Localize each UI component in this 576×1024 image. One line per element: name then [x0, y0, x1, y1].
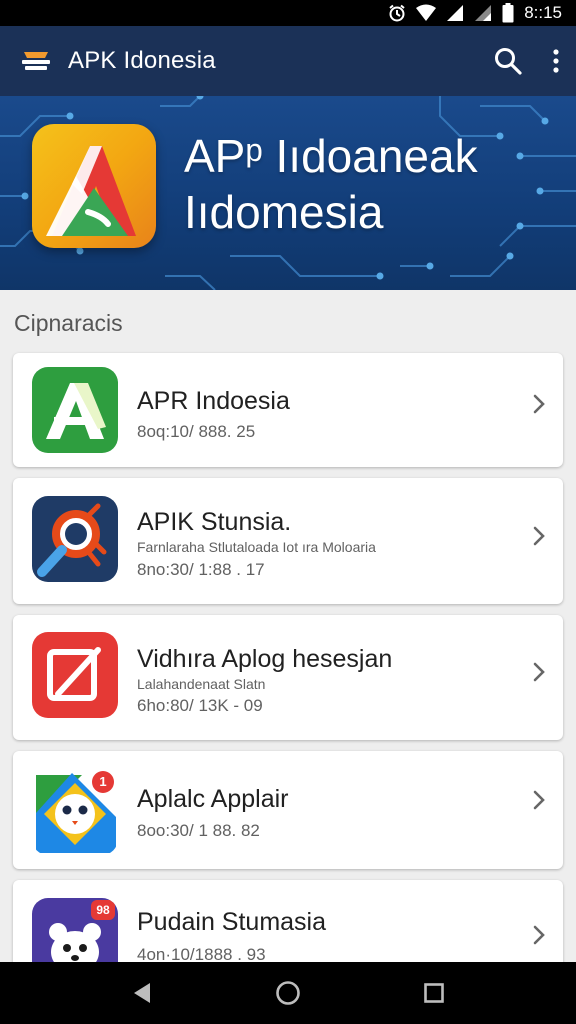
app-title: APR Indoesia	[137, 387, 290, 415]
edit-square-icon	[32, 632, 118, 718]
more-vert-icon[interactable]	[552, 48, 560, 74]
home-icon[interactable]	[275, 980, 301, 1006]
back-icon[interactable]	[131, 981, 153, 1005]
app-meta: 6ho:80/ 13K - 09	[137, 696, 263, 715]
recents-icon[interactable]	[423, 982, 445, 1004]
status-bar: 8::15	[0, 0, 576, 26]
battery-icon	[502, 3, 514, 23]
app-bar: APK Idonesia	[0, 26, 576, 96]
navigation-bar	[0, 962, 576, 1024]
notification-badge: 1	[92, 771, 114, 793]
section-title: Cipnaracis	[14, 310, 123, 336]
hero-banner[interactable]: APᵖ Iıdoaneak Iıdomesia	[0, 96, 576, 290]
app-title: APK Idonesia	[68, 47, 216, 74]
green-a-icon	[32, 367, 118, 453]
owl-face-icon: 1	[32, 769, 118, 855]
apk-logo-icon	[32, 124, 156, 248]
list-item-app-2[interactable]: APIK Stunsia. Farnlaraha Stlutaloada Iot…	[13, 478, 563, 604]
chevron-right-icon	[533, 394, 545, 414]
app-title: Pudain Stumasia	[137, 908, 327, 936]
banner-title-line2: Iıdomesia	[184, 186, 384, 238]
chevron-right-icon	[533, 662, 545, 682]
chevron-right-icon	[533, 790, 545, 810]
banner-title-line1: APᵖ Iıdoaneak	[184, 130, 478, 182]
app-subtitle: Lalahandenaat Slatn	[137, 676, 266, 692]
stack-logo-icon	[22, 52, 50, 70]
signal-icon-secondary	[475, 5, 492, 21]
magnifier-icon	[32, 496, 118, 582]
search-icon[interactable]	[494, 47, 522, 75]
app-subtitle: Farnlaraha Stlutaloada Iot ıra Moloaria	[137, 539, 376, 555]
app-meta: 8oo:30/ 1 88. 82	[137, 821, 260, 840]
app-title: Aplalc Applair	[137, 785, 289, 813]
list-item-app-3[interactable]: Vidhıra Aplog hesesjan Lalahandenaat Sla…	[13, 615, 563, 740]
app-title: Vidhıra Aplog hesesjan	[137, 645, 393, 673]
app-meta: 8no:30/ 1:88 . 17	[137, 560, 265, 579]
chevron-right-icon	[533, 526, 545, 546]
status-time: 8::15	[524, 3, 562, 22]
list-item-app-4[interactable]: 1 Aplalc Applair 8oo:30/ 1 88. 82	[13, 751, 563, 869]
wifi-icon	[416, 4, 437, 21]
app-meta: 8oq:10/ 888. 25	[137, 422, 256, 441]
banner-title: APᵖ Iıdoaneak Iıdomesia	[184, 128, 478, 240]
app-title: APIK Stunsia.	[137, 508, 292, 536]
alarm-icon	[389, 4, 405, 22]
notification-badge: 98	[91, 900, 115, 920]
chevron-right-icon	[533, 925, 545, 945]
signal-icon	[447, 5, 464, 21]
list-item-app-1[interactable]: APR Indoesia 8oq:10/ 888. 25	[13, 353, 563, 467]
